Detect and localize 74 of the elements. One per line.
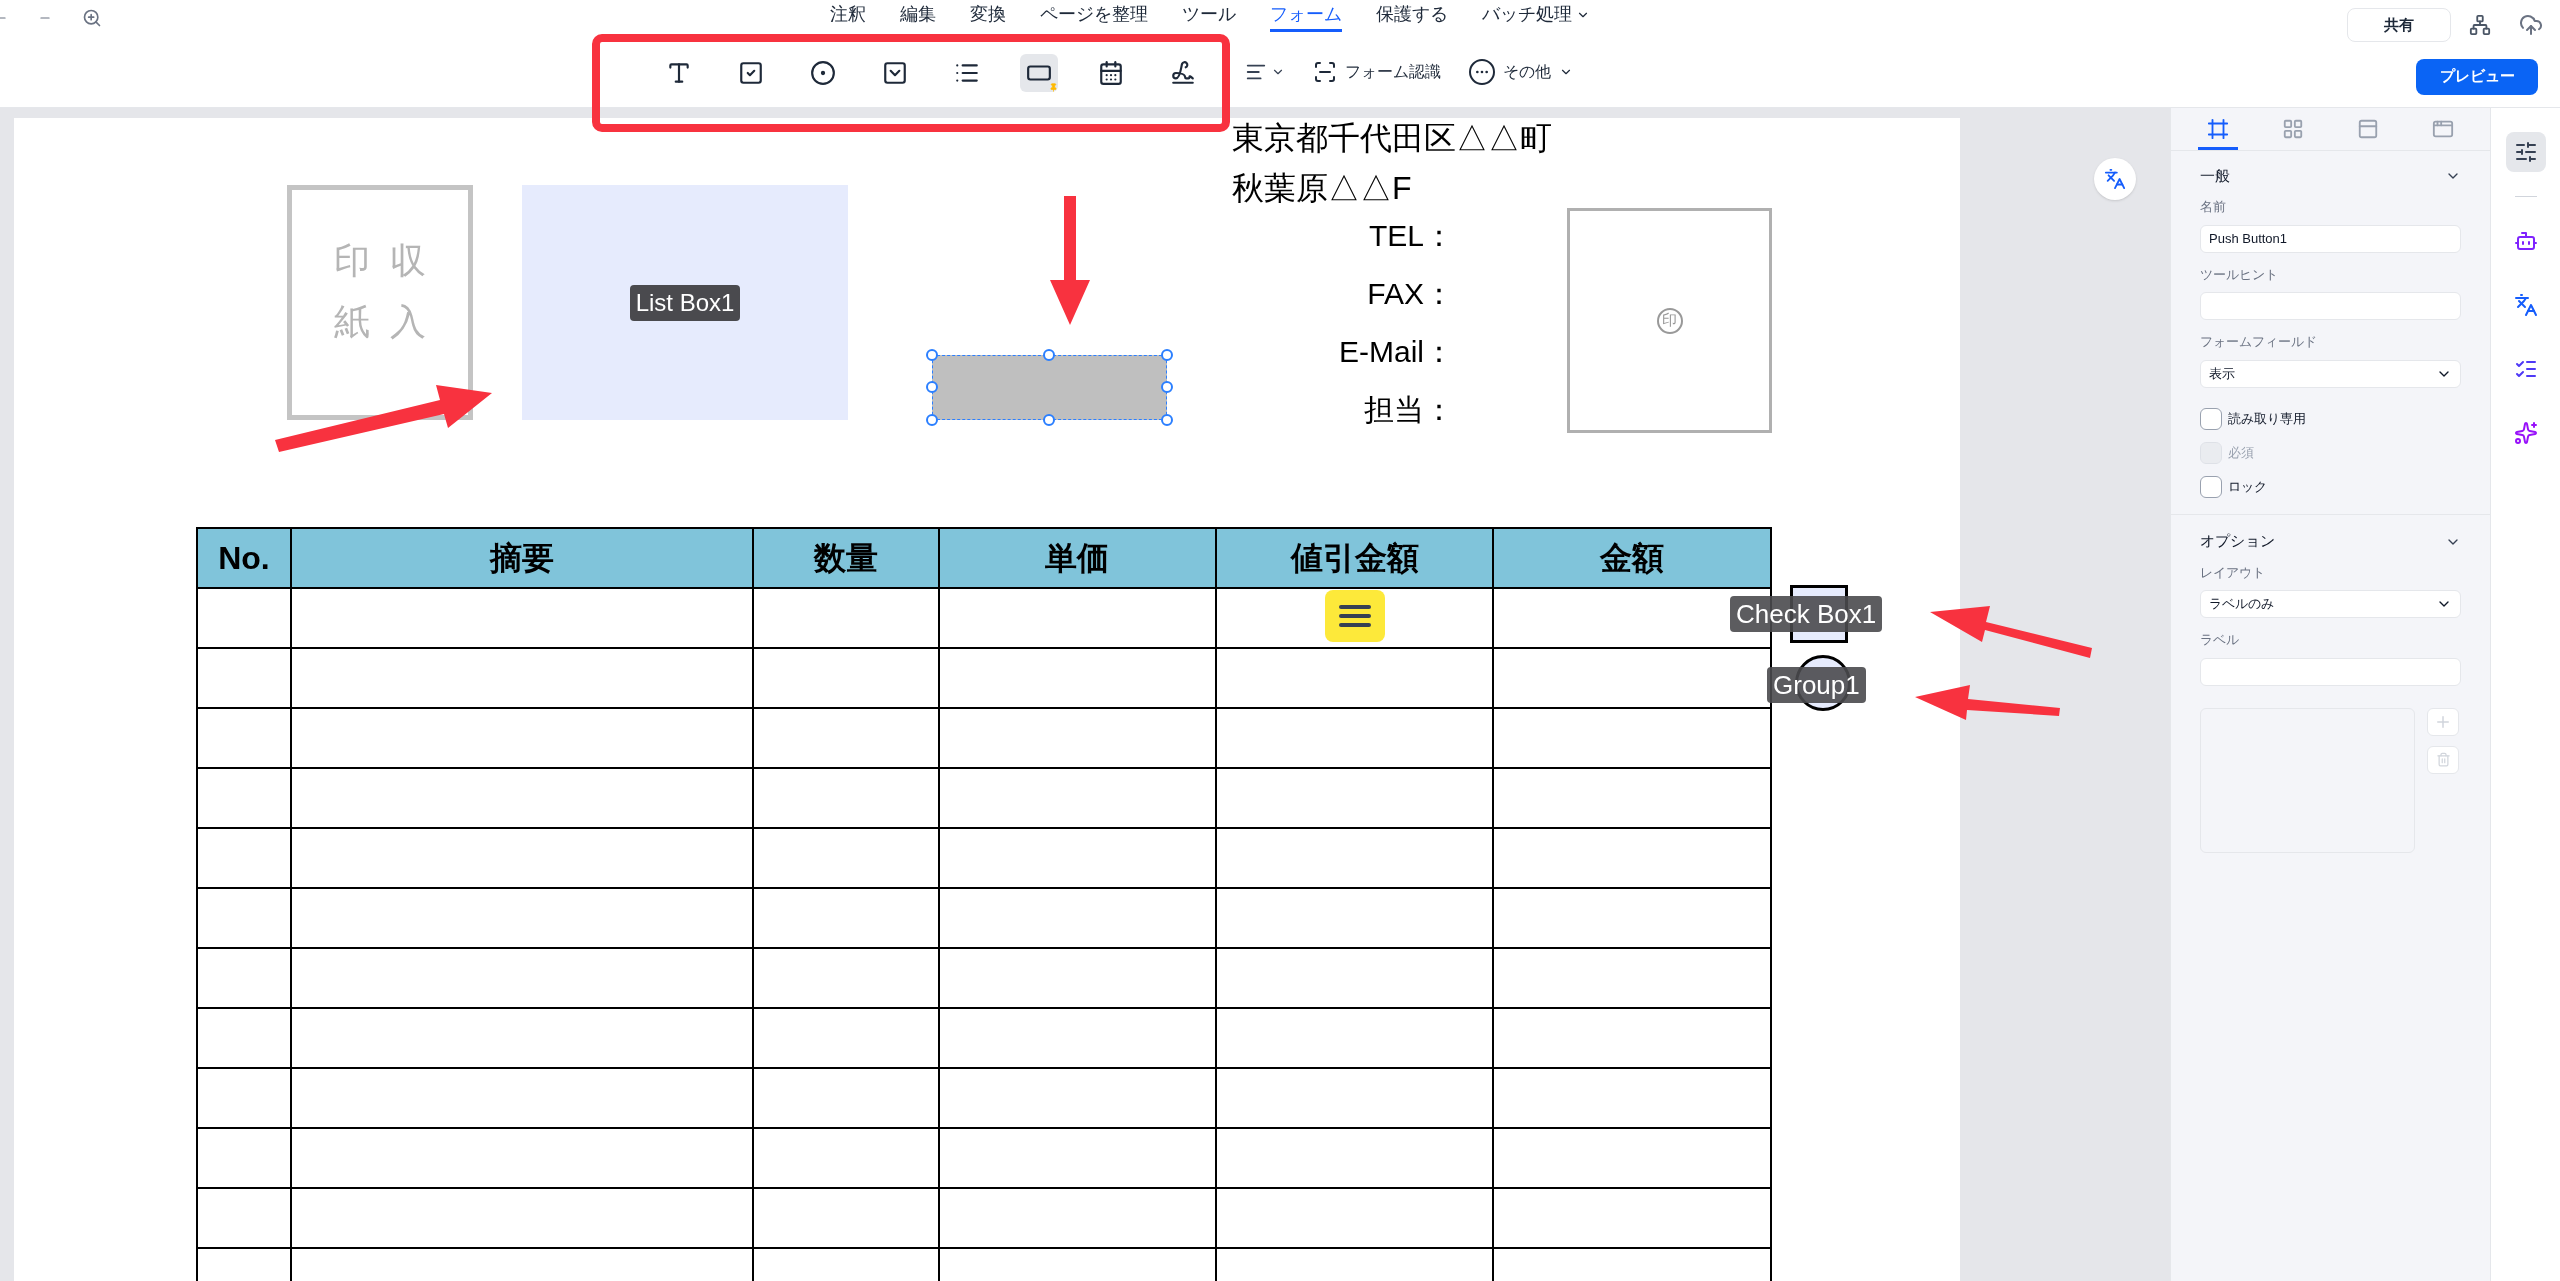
resize-handle[interactable] bbox=[1043, 349, 1055, 361]
form-field-select[interactable]: 表示 bbox=[2200, 359, 2461, 388]
checkbox[interactable] bbox=[2200, 407, 2222, 430]
frame-icon bbox=[2207, 117, 2230, 140]
resize-handle[interactable] bbox=[926, 414, 938, 426]
menu-tab[interactable]: 編集 bbox=[900, 0, 936, 32]
preview-button[interactable]: プレビュー bbox=[2416, 58, 2538, 95]
field-label: List Box1 bbox=[629, 284, 741, 321]
sitemap-icon[interactable] bbox=[2469, 14, 2491, 36]
resize-handle[interactable] bbox=[1161, 414, 1173, 426]
checkbox-label: 必須 bbox=[2228, 443, 2254, 462]
column-header: No. bbox=[198, 529, 292, 589]
menu-tab[interactable]: ページを整理 bbox=[1040, 0, 1148, 32]
field-label: ラベル bbox=[2200, 631, 2240, 649]
menu-tab[interactable]: バッチ処理 bbox=[1482, 0, 1590, 32]
checkbox-label: 読み取り専用 bbox=[2228, 409, 2306, 428]
sliders-icon[interactable] bbox=[2505, 132, 2546, 172]
menu-tab[interactable]: 注釈 bbox=[830, 0, 866, 32]
checkbox[interactable] bbox=[2200, 475, 2222, 498]
stamp-text: 収入 bbox=[390, 239, 426, 345]
column-header: 単価 bbox=[940, 529, 1217, 589]
menu-tab[interactable]: 変換 bbox=[970, 0, 1006, 32]
sticky-note-icon[interactable] bbox=[1325, 590, 1385, 642]
menu-tab[interactable]: 保護する bbox=[1376, 0, 1448, 32]
column-header: 数量 bbox=[754, 529, 941, 589]
menu-tab[interactable]: ツール bbox=[1182, 0, 1236, 32]
translate-icon bbox=[2104, 168, 2126, 190]
seal-mark: 印 bbox=[1656, 307, 1683, 334]
scan-icon bbox=[1313, 59, 1337, 84]
form-recognition-button[interactable]: フォーム認識 bbox=[1313, 59, 1441, 84]
contact-label: FAX： bbox=[1367, 276, 1454, 312]
ellipsis-icon bbox=[1469, 58, 1495, 85]
field-name-tooltip: Check Box1 bbox=[1730, 596, 1883, 632]
address-line: 秋葉原△△F bbox=[1232, 169, 1413, 208]
address-line: 東京都千代田区△△町 bbox=[1232, 119, 1552, 158]
layout-select[interactable]: ラベルのみ bbox=[2200, 590, 2461, 618]
calendar-icon bbox=[1098, 59, 1124, 86]
radio-button-icon bbox=[810, 59, 836, 86]
list-box[interactable]: List Box1 bbox=[522, 185, 848, 420]
section-title: オプション bbox=[2200, 531, 2275, 552]
stamp-text: 印紙 bbox=[334, 239, 370, 345]
panel-icon bbox=[2356, 117, 2379, 140]
section-title: 一般 bbox=[2200, 165, 2230, 186]
field-label: フォームフィールド bbox=[2200, 333, 2318, 351]
checkbox-icon bbox=[738, 59, 764, 86]
column-header: 摘要 bbox=[291, 529, 755, 589]
grid-icon bbox=[2282, 117, 2305, 140]
menu-tab[interactable]: フォーム bbox=[1270, 0, 1342, 32]
translate-button[interactable] bbox=[2094, 158, 2136, 200]
share-button[interactable]: 共有 bbox=[2347, 8, 2451, 42]
field-name-tooltip: Group1 bbox=[1767, 667, 1866, 703]
form-tool-button[interactable] bbox=[1020, 53, 1058, 92]
more-button[interactable]: その他 bbox=[1469, 58, 1573, 85]
resize-handle[interactable] bbox=[926, 381, 938, 393]
cloud-upload-icon[interactable] bbox=[2519, 13, 2543, 37]
contact-label: E-Mail： bbox=[1339, 334, 1454, 370]
tooltip-field[interactable] bbox=[2200, 292, 2461, 320]
pin-icon bbox=[1049, 82, 1058, 92]
checkbox-label: ロック bbox=[2228, 477, 2267, 496]
name-field[interactable]: Push Button1 bbox=[2200, 224, 2461, 253]
resize-handle[interactable] bbox=[1161, 349, 1173, 361]
trash-icon bbox=[2435, 752, 2451, 767]
contact-label: 担当： bbox=[1364, 392, 1454, 428]
resize-handle[interactable] bbox=[926, 349, 938, 361]
column-header: 値引金額 bbox=[1216, 529, 1495, 589]
column-header: 金額 bbox=[1494, 529, 1772, 589]
contact-label: TEL： bbox=[1368, 218, 1454, 254]
field-label: ツールヒント bbox=[2200, 265, 2279, 284]
dropdown-icon bbox=[882, 59, 908, 86]
field-label: 名前 bbox=[2200, 198, 2227, 216]
field-label: レイアウト bbox=[2200, 563, 2266, 582]
label-field[interactable] bbox=[2200, 657, 2461, 686]
zoom-icon[interactable] bbox=[82, 8, 102, 28]
signature-icon bbox=[1170, 59, 1196, 86]
